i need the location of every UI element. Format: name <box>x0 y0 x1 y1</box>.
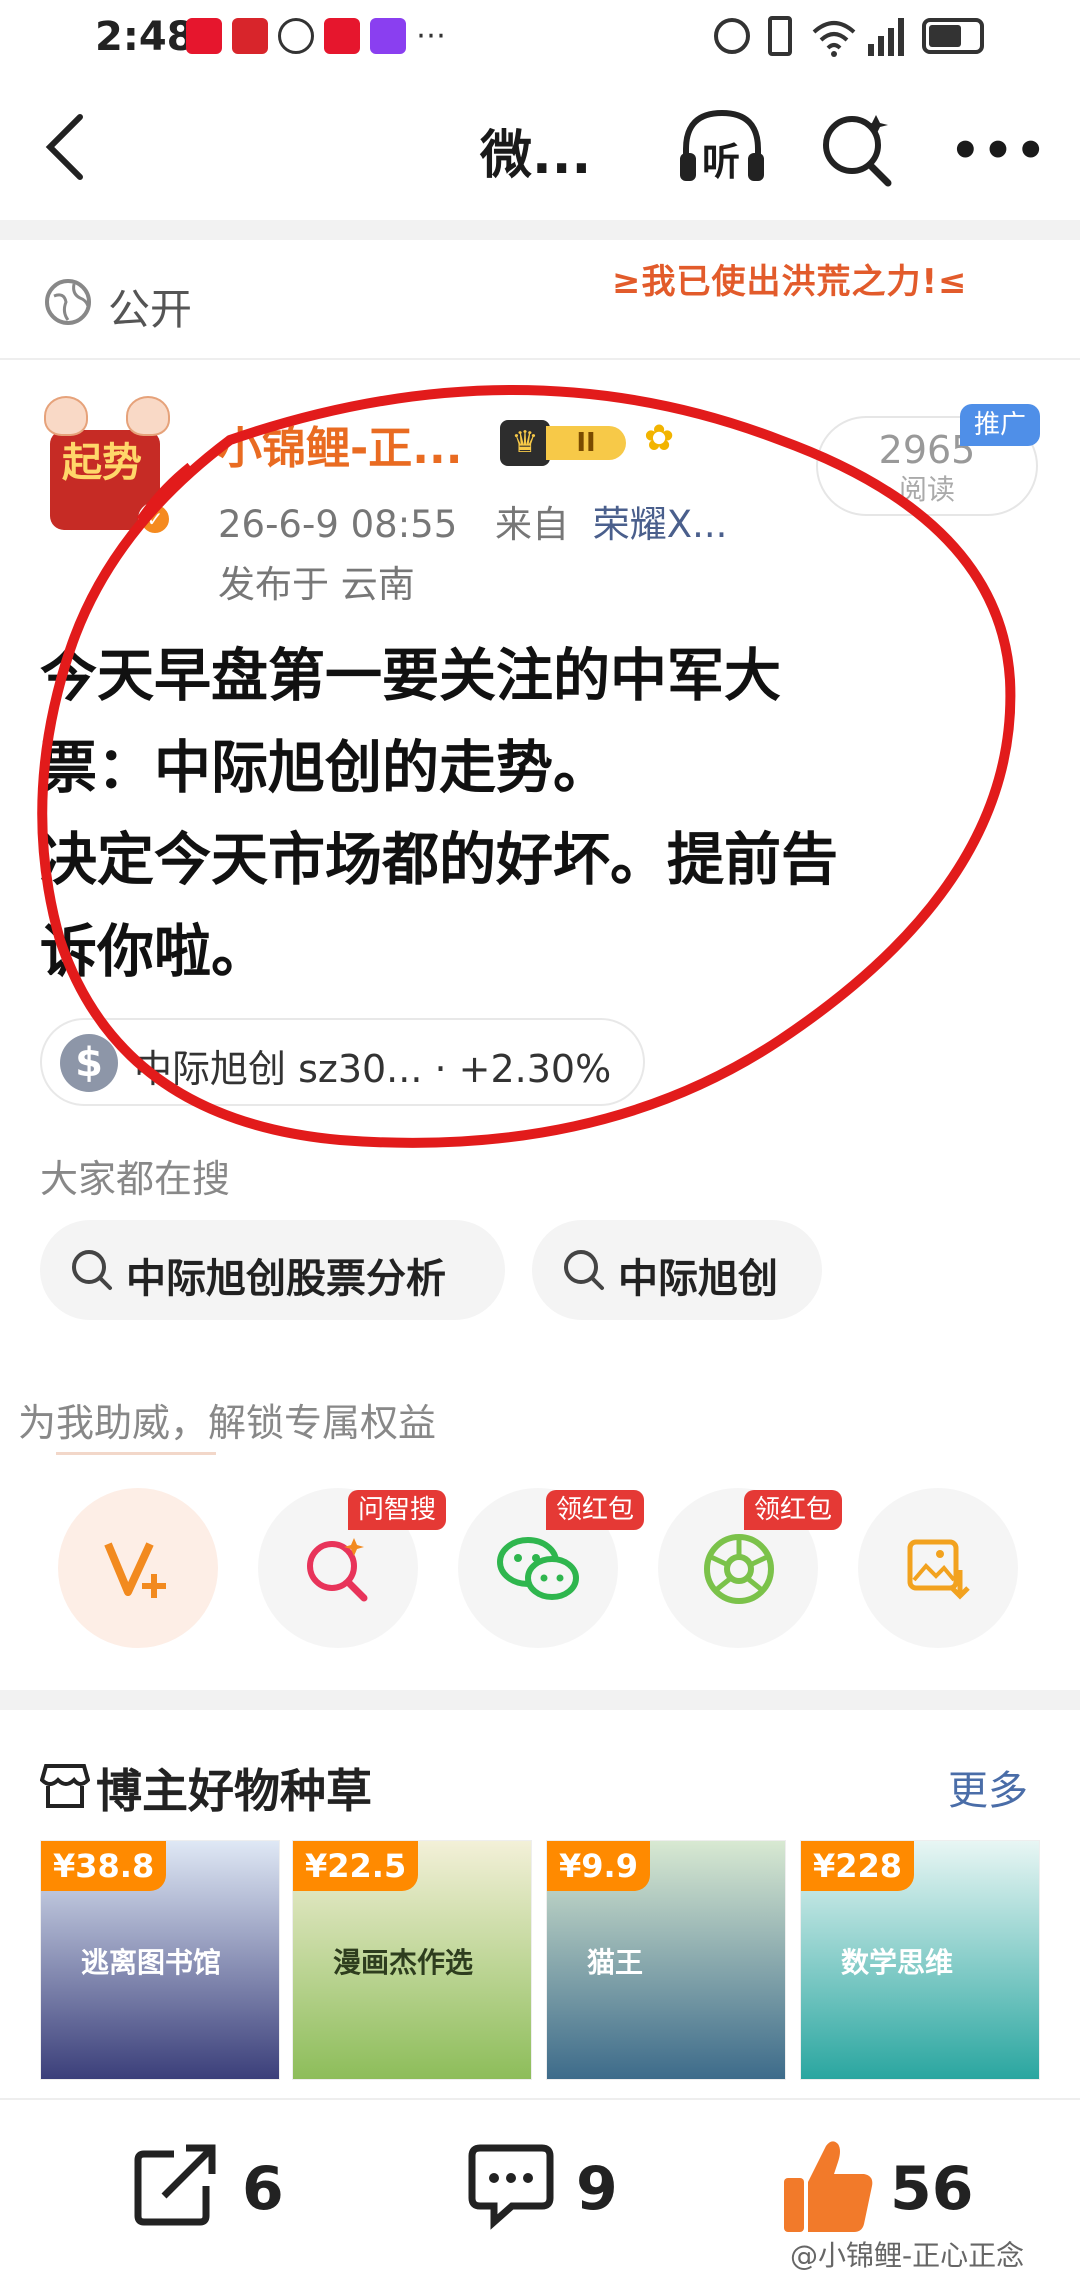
sunflower-icon: ✿ <box>644 418 675 459</box>
comment-button[interactable]: 9 <box>466 2140 666 2240</box>
red-packet-tag: 领红包 <box>546 1490 645 1530</box>
trending-search-title: 大家都在搜 <box>40 1157 231 1201</box>
battery-icon <box>922 18 984 54</box>
product-card[interactable]: 猫王 ¥9.9 <box>546 1840 786 2080</box>
search-suggestion-chip[interactable]: 中际旭创股票分析 <box>40 1220 505 1320</box>
verified-badge-icon: ✓ <box>138 502 172 536</box>
listen-label: 听 <box>702 140 741 184</box>
page-title: 微... <box>480 126 592 186</box>
top-nav: 微... 听 ••• <box>0 75 1080 220</box>
more-notifications-icon: ⋯ <box>416 18 446 53</box>
post-device[interactable]: 荣耀X... <box>593 503 728 546</box>
thumbs-up-icon <box>784 2141 873 2232</box>
crown-icon: ♛ <box>500 420 550 466</box>
globe-icon <box>45 279 91 325</box>
visibility-label: 公开 <box>108 285 193 334</box>
weibo-notification-icon <box>278 18 314 54</box>
signal-icon <box>868 18 904 56</box>
weibo-notification-icon <box>186 18 222 54</box>
search-icon[interactable] <box>818 109 896 189</box>
search-icon <box>72 1250 112 1290</box>
visibility-row: 公开 ≥我已使出洪荒之力!≤ <box>0 240 1080 360</box>
smart-search-icon <box>307 1538 368 1602</box>
product-price: ¥22.5 <box>293 1841 419 1891</box>
red-packet-tag: 领红包 <box>744 1490 843 1530</box>
listen-button[interactable]: 听 <box>676 105 768 189</box>
post-time: 26-6-9 08:55 <box>218 503 458 546</box>
wechat-icon <box>497 1537 579 1600</box>
product-title: 猫王 <box>587 1946 644 1979</box>
product-card[interactable]: 逃离图书馆 ¥38.8 <box>40 1840 280 2080</box>
goods-section-title: 博主好物种草 <box>96 1764 372 1818</box>
decorative-banner: ≥我已使出洪荒之力!≤ <box>612 262 968 302</box>
bottom-action-bar: 6 9 56 @小锦鲤-正心正念 <box>0 2098 1080 2280</box>
app-notification-icon <box>232 18 268 54</box>
app-notification-icon <box>370 18 406 54</box>
avatar[interactable]: 起势 ✓ <box>40 390 172 540</box>
more-menu-button[interactable]: ••• <box>950 123 1048 179</box>
dollar-icon: $ <box>60 1034 118 1092</box>
product-price: ¥228 <box>801 1841 915 1891</box>
stock-chip[interactable]: $ 中际旭创 sz30... · +2.30% <box>40 1018 645 1106</box>
post-location: 发布于 云南 <box>218 563 415 606</box>
level-badge: ♛ II <box>500 420 628 466</box>
weibo-notification-icon <box>324 18 360 54</box>
product-card[interactable]: 数学思维 ¥228 <box>800 1840 1040 2080</box>
save-image-icon <box>907 1539 970 1600</box>
post-from-label: 来自 <box>495 503 570 546</box>
shop-icon <box>40 1764 90 1808</box>
post-content: 今天早盘第一要关注的中军大 票：中际旭创的走势。 决定今天市场都的好坏。提前告 … <box>40 643 838 985</box>
alarm-icon <box>714 18 750 54</box>
level-text: II <box>546 426 626 460</box>
status-time: 2:48 <box>95 14 195 60</box>
like-count: 56 <box>890 2154 974 2224</box>
comment-icon <box>468 2144 554 2230</box>
search-suggestion-chip[interactable]: 中际旭创 <box>532 1220 822 1320</box>
ask-search-tag: 问智搜 <box>348 1490 447 1530</box>
share-count: 6 <box>242 2154 284 2224</box>
section-divider <box>0 1690 1080 1710</box>
comment-count: 9 <box>576 2154 618 2224</box>
wifi-icon <box>812 21 856 57</box>
moments-icon <box>704 1534 774 1604</box>
product-title: 数学思维 <box>841 1946 954 1979</box>
read-count-label: 阅读 <box>898 473 955 506</box>
goods-more-link[interactable]: 更多 <box>948 1758 1028 1816</box>
search-icon <box>564 1250 604 1290</box>
v-plus-icon <box>104 1542 166 1598</box>
back-arrow-icon[interactable] <box>40 111 90 183</box>
post-meta: 26-6-9 08:55 来自 荣耀X... <box>218 494 727 548</box>
product-title: 漫画杰作选 <box>333 1946 474 1979</box>
watermark: @小锦鲤-正心正念 <box>790 2239 1025 2272</box>
share-button[interactable]: 6 <box>130 2140 330 2240</box>
product-price: ¥9.9 <box>547 1841 650 1891</box>
cheer-button[interactable] <box>58 1488 218 1648</box>
search-suggestion-label: 中际旭创股票分析 <box>126 1256 446 1302</box>
promo-tag[interactable]: 推广 <box>960 404 1040 446</box>
cheer-title: 为我助威，解锁专属权益 <box>18 1401 437 1445</box>
cheer-underline <box>56 1452 216 1455</box>
status-bar: 2:48 ⋯ <box>0 0 1080 75</box>
vibrate-icon <box>768 16 792 56</box>
product-title: 逃离图书馆 <box>81 1946 222 1979</box>
save-image-button[interactable] <box>858 1488 1018 1648</box>
like-button[interactable]: 56 <box>780 2136 1010 2246</box>
stock-chip-text: 中际旭创 sz30... · +2.30% <box>134 1047 612 1091</box>
search-suggestion-label: 中际旭创 <box>618 1256 778 1302</box>
product-price: ¥38.8 <box>41 1841 167 1891</box>
username[interactable]: 小锦鲤-正... <box>218 412 462 476</box>
section-divider <box>0 220 1080 240</box>
product-card[interactable]: 漫画杰作选 ¥22.5 <box>292 1840 532 2080</box>
avatar-text: 起势 <box>62 440 142 486</box>
share-icon <box>134 2144 216 2226</box>
